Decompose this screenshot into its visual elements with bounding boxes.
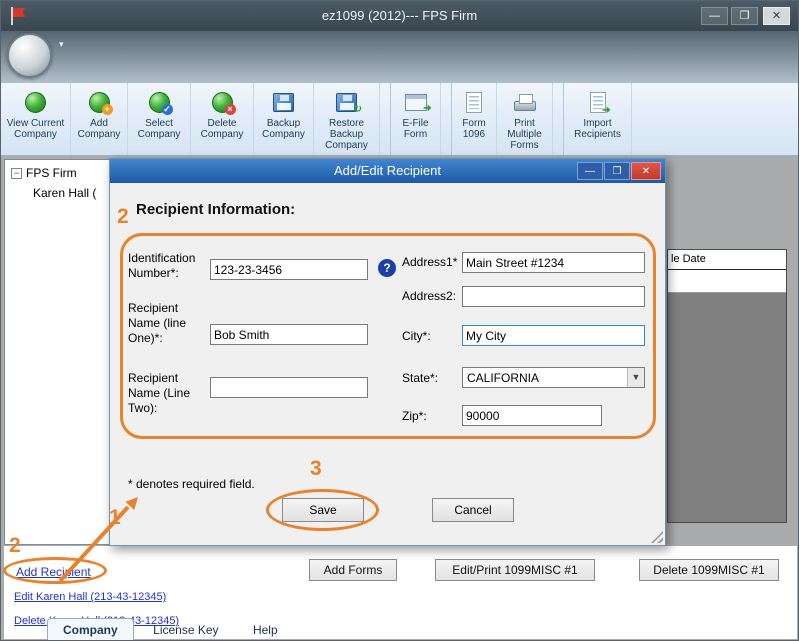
dialog-title: Add/Edit Recipient (334, 163, 441, 178)
efile-form-icon: ➜ (405, 94, 427, 111)
ribbon-button-label: Backup Company (254, 118, 313, 140)
ribbon-group-separator (441, 83, 452, 155)
ribbon-button-select-company[interactable]: ✓ Select Company (128, 83, 191, 155)
ribbon: View Current Company + Add Company ✓ Sel… (1, 83, 798, 156)
tab-license-key[interactable]: License Key (138, 619, 233, 641)
globe-delete-icon: × (212, 92, 233, 113)
ribbon-button-import-recipients[interactable]: ➜ Import Recipients (564, 83, 632, 155)
tree-item-label: FPS Firm (26, 166, 77, 180)
ribbon-chrome-band (1, 31, 798, 83)
add-recipient-link[interactable]: Add Recipient (16, 565, 91, 579)
state-label: State*: (402, 371, 462, 386)
ribbon-button-efile-form[interactable]: ➜ E-File Form (391, 83, 441, 155)
save-button[interactable]: Save (282, 498, 364, 522)
titlebar: ez1099 (2012)--- FPS Firm — ❐ ✕ (1, 1, 798, 31)
required-field-note: * denotes required field. (128, 477, 255, 491)
quick-access-dropdown-icon[interactable]: ▾ (59, 39, 64, 50)
tab-help[interactable]: Help (238, 619, 293, 641)
ribbon-tabs: Company License Key Help (47, 618, 293, 640)
zip-input[interactable] (462, 405, 602, 426)
ribbon-button-label: View Current Company (1, 118, 70, 140)
ribbon-group-separator (380, 83, 391, 155)
backup-disk-icon (273, 93, 294, 112)
minimize-button[interactable]: — (701, 7, 728, 25)
form-1096-icon (466, 92, 482, 113)
add-forms-button[interactable]: Add Forms (309, 559, 397, 581)
dialog-titlebar: Add/Edit Recipient — ❐ ✕ (110, 159, 665, 183)
printer-icon (514, 101, 536, 111)
zip-label: Zip*: (402, 409, 462, 424)
resize-grip[interactable] (651, 531, 663, 543)
ribbon-button-restore-backup-company[interactable]: ↻ Restore Backup Company (314, 83, 380, 155)
ribbon-button-add-company[interactable]: + Add Company (71, 83, 128, 155)
recipient-name-two-label: Recipient Name (Line Two): (128, 371, 206, 416)
recipient-name-one-label: Recipient Name (line One)*: (128, 301, 206, 346)
globe-icon (25, 92, 46, 113)
application-orb-button[interactable] (7, 33, 52, 78)
ribbon-button-label: E-File Form (391, 118, 440, 140)
edit-print-1099misc-button[interactable]: Edit/Print 1099MISC #1 (435, 559, 595, 581)
help-icon[interactable]: ? (378, 259, 396, 277)
edit-recipient-link[interactable]: Edit Karen Hall (213-43-12345) (14, 591, 166, 603)
close-button[interactable]: ✕ (763, 7, 790, 25)
restore-disk-icon: ↻ (336, 93, 357, 112)
ribbon-group-separator (553, 83, 564, 155)
dialog-close-button[interactable]: ✕ (631, 162, 661, 180)
annotation-step-3: 3 (310, 457, 322, 481)
globe-select-icon: ✓ (149, 92, 170, 113)
state-select[interactable]: CALIFORNIA ▼ (462, 367, 645, 388)
maximize-button[interactable]: ❐ (731, 7, 758, 25)
forms-grid-fragment: le Date (667, 249, 787, 523)
tree-item-label: Karen Hall ( (33, 186, 96, 200)
recipient-name-two-input[interactable] (210, 377, 368, 398)
dialog-heading: Recipient Information: (136, 201, 295, 218)
ribbon-button-label: Form 1096 (452, 118, 496, 140)
ribbon-button-label: Print Multiple Forms (497, 118, 552, 151)
cancel-button[interactable]: Cancel (432, 498, 514, 522)
address1-input[interactable] (462, 252, 645, 273)
ribbon-button-label: Delete Company (191, 118, 253, 140)
ribbon-button-print-multiple-forms[interactable]: Print Multiple Forms (497, 83, 553, 155)
ribbon-button-label: Restore Backup Company (314, 118, 379, 151)
tree-expander-icon[interactable]: − (11, 168, 22, 179)
globe-add-icon: + (89, 92, 110, 113)
ribbon-button-label: Select Company (128, 118, 190, 140)
state-value: CALIFORNIA (467, 371, 539, 385)
tree-item-karen-hall[interactable]: Karen Hall ( (33, 186, 96, 200)
city-label: City*: (402, 329, 462, 344)
import-recipients-icon: ➜ (590, 92, 606, 113)
annotation-step-2-dialog: 2 (117, 205, 129, 229)
tree-item-fps-firm[interactable]: −FPS Firm (11, 166, 77, 180)
address2-input[interactable] (462, 286, 645, 307)
chevron-down-icon[interactable]: ▼ (627, 368, 644, 387)
app-window: ez1099 (2012)--- FPS Firm — ❐ ✕ ▾ Compan… (0, 0, 799, 641)
address2-label: Address2: (402, 289, 462, 304)
window-title: ez1099 (2012)--- FPS Firm (1, 8, 798, 23)
delete-1099misc-button[interactable]: Delete 1099MISC #1 (639, 559, 779, 581)
ribbon-button-label: Add Company (71, 118, 127, 140)
recipient-name-one-input[interactable] (210, 324, 368, 345)
add-edit-recipient-dialog: Add/Edit Recipient — ❐ ✕ 2 Recipient Inf… (109, 158, 666, 546)
ribbon-button-delete-company[interactable]: × Delete Company (191, 83, 254, 155)
ribbon-button-label: Import Recipients (564, 118, 631, 140)
identification-label: Identification Number*: (128, 251, 208, 281)
city-input[interactable] (462, 325, 645, 346)
ribbon-button-view-current-company[interactable]: View Current Company (1, 83, 71, 155)
ribbon-button-form-1096[interactable]: Form 1096 (452, 83, 497, 155)
dialog-minimize-button[interactable]: — (577, 162, 603, 180)
identification-input[interactable] (210, 259, 368, 280)
grid-column-header: le Date (668, 250, 786, 270)
tab-company[interactable]: Company (47, 618, 134, 640)
dialog-maximize-button[interactable]: ❐ (604, 162, 630, 180)
grid-row[interactable] (668, 270, 786, 293)
address1-label: Address1* (402, 255, 462, 270)
ribbon-button-backup-company[interactable]: Backup Company (254, 83, 314, 155)
